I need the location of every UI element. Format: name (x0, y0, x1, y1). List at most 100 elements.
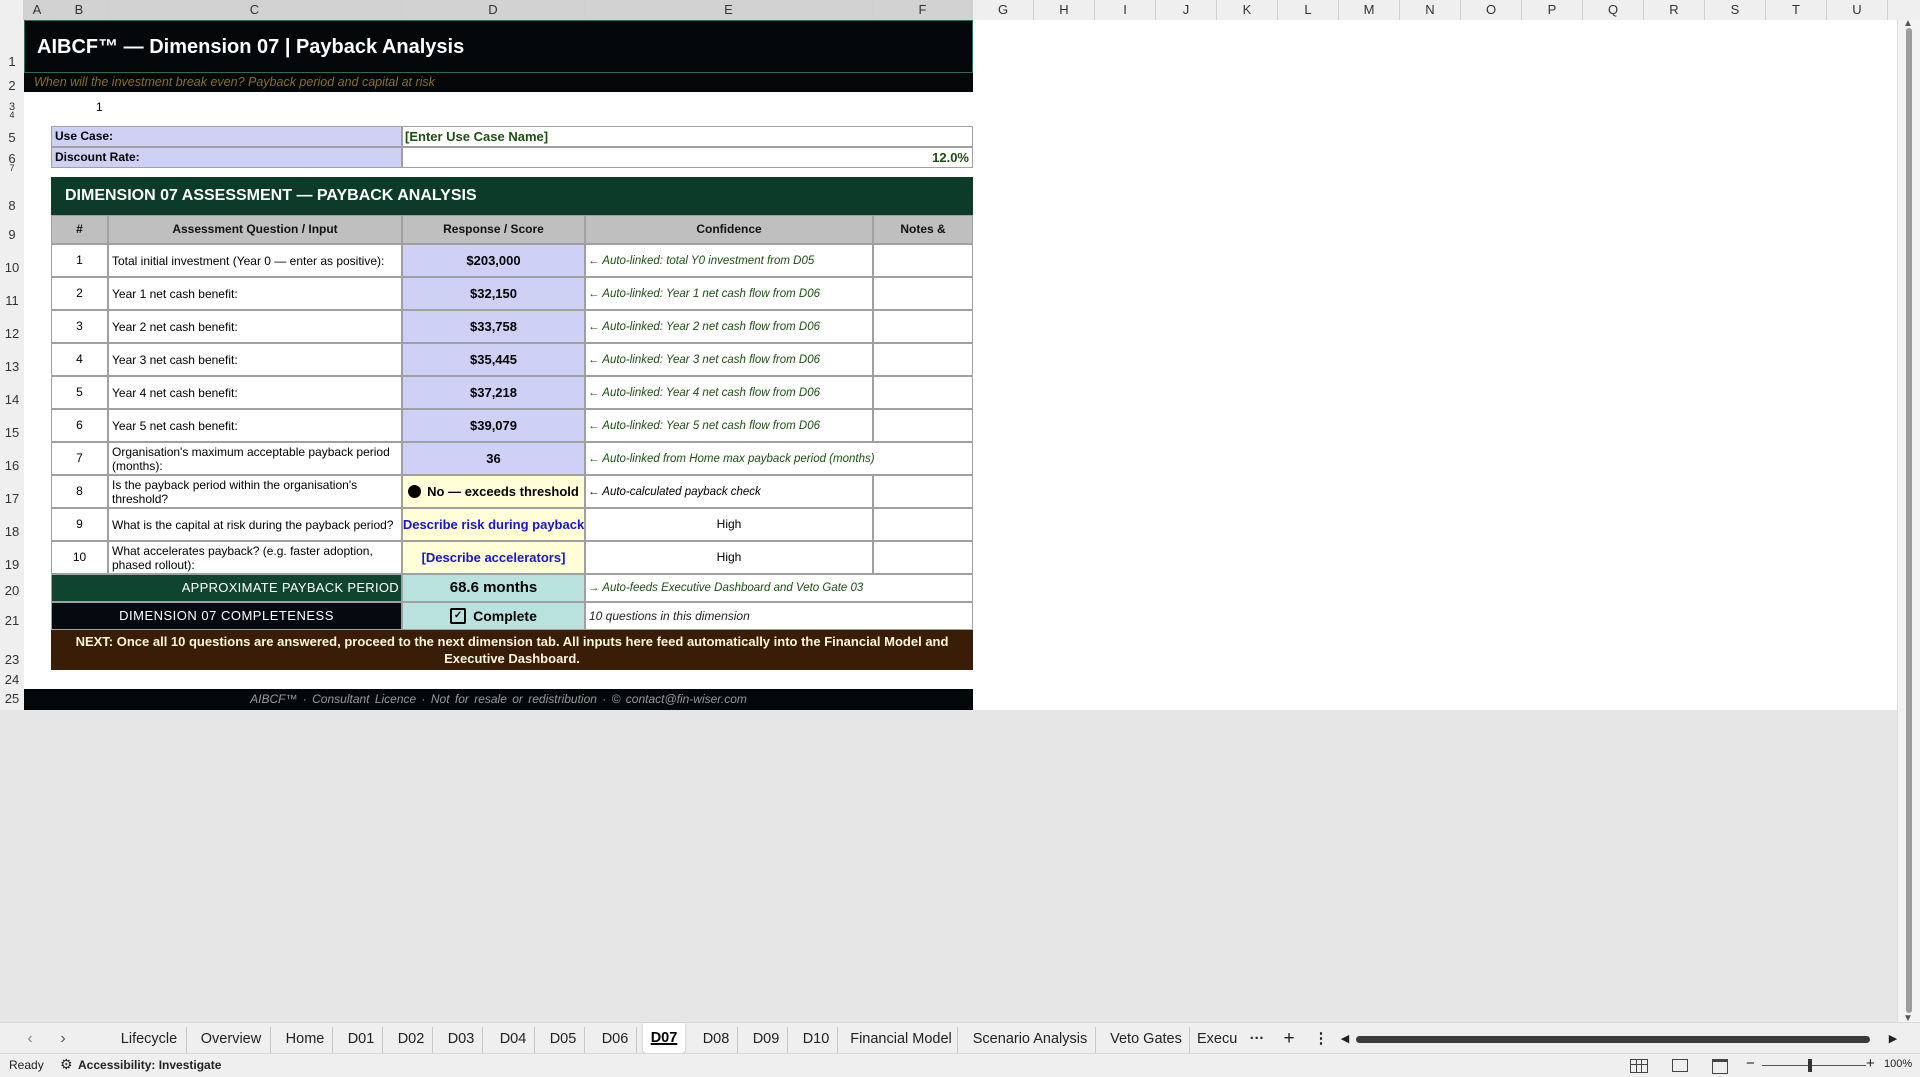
row-header[interactable]: 17 (0, 492, 24, 506)
notes-cell[interactable] (873, 310, 973, 343)
col-header-g[interactable]: G (973, 0, 1034, 20)
payback-period-note[interactable]: → Auto-feeds Executive Dashboard and Vet… (585, 574, 973, 602)
col-header-e[interactable]: E (585, 0, 873, 20)
threshold-check-cell[interactable]: No — exceeds threshold (402, 475, 585, 508)
col-header-l[interactable]: L (1278, 0, 1339, 20)
tab-home[interactable]: Home (278, 1027, 333, 1053)
response-cell[interactable]: $32,150 (402, 277, 585, 310)
tab-d06[interactable]: D06 (594, 1027, 637, 1053)
row-header[interactable]: 20 (0, 584, 24, 598)
confidence-cell[interactable]: High (585, 541, 873, 574)
col-header-r[interactable]: R (1644, 0, 1705, 20)
zoom-slider[interactable] (1762, 1065, 1866, 1066)
response-cell[interactable]: $39,079 (402, 409, 585, 442)
row-header[interactable]: 18 (0, 525, 24, 539)
row-header[interactable]: 23 (0, 653, 24, 667)
tab-veto-gates[interactable]: Veto Gates (1103, 1027, 1190, 1053)
next-instructions[interactable]: NEXT: Once all 10 questions are answered… (51, 630, 973, 670)
normal-view-icon[interactable] (1630, 1059, 1648, 1073)
row-header[interactable]: 7 (0, 164, 24, 173)
page-break-view-icon[interactable] (1712, 1059, 1728, 1074)
tab-d05[interactable]: D05 (542, 1027, 585, 1053)
row-header[interactable]: 16 (0, 459, 24, 473)
tab-lifecycle[interactable]: Lifecycle (112, 1027, 187, 1053)
confidence-cell[interactable]: ← Auto-linked: Year 1 net cash flow from… (585, 277, 873, 310)
worksheet[interactable]: AIBCF™ — Dimension 07 | Payback Analysis… (24, 20, 1898, 710)
notes-cell[interactable] (873, 475, 973, 508)
vertical-scrollbar[interactable]: ▲ ▼ (1897, 18, 1920, 1024)
confidence-cell[interactable]: ← Auto-linked from Home max payback peri… (585, 442, 973, 475)
tab-scroll-left-icon[interactable]: ‹ (22, 1027, 38, 1053)
col-header-j[interactable]: J (1156, 0, 1217, 20)
row3-value[interactable]: 1 (96, 100, 156, 116)
page-layout-view-icon[interactable] (1672, 1059, 1688, 1072)
col-header-q[interactable]: Q (1583, 0, 1644, 20)
response-cell[interactable]: $37,218 (402, 376, 585, 409)
discount-rate-input[interactable]: 12.0% (402, 147, 973, 168)
tab-d03[interactable]: D03 (440, 1027, 483, 1053)
row-header[interactable]: 13 (0, 360, 24, 374)
confidence-cell[interactable]: ← Auto-linked: Year 4 net cash flow from… (585, 376, 873, 409)
response-cell[interactable]: $203,000 (402, 244, 585, 277)
col-header-m[interactable]: M (1339, 0, 1400, 20)
confidence-cell[interactable]: ← Auto-linked: Year 3 net cash flow from… (585, 343, 873, 376)
col-header-b[interactable]: B (51, 0, 108, 20)
completeness-cell[interactable]: ✓ Complete (402, 602, 585, 630)
tab-d04[interactable]: D04 (492, 1027, 535, 1053)
confidence-cell[interactable]: ← Auto-calculated payback check (585, 475, 873, 508)
notes-cell[interactable] (873, 343, 973, 376)
col-header-u[interactable]: U (1827, 0, 1888, 20)
row-header[interactable]: 2 (0, 79, 24, 93)
use-case-input[interactable]: [Enter Use Case Name] (402, 126, 973, 147)
row-header[interactable]: 5 (0, 131, 24, 145)
row-header[interactable]: 12 (0, 327, 24, 341)
notes-cell[interactable] (873, 541, 973, 574)
confidence-cell[interactable]: ← Auto-linked: Year 5 net cash flow from… (585, 409, 873, 442)
zoom-slider-thumb[interactable] (1808, 1059, 1812, 1072)
tab-d09[interactable]: D09 (745, 1027, 788, 1053)
add-sheet-icon[interactable]: + (1280, 1027, 1298, 1053)
accessibility-status[interactable]: Accessibility: Investigate (78, 1058, 221, 1072)
col-header-f[interactable]: F (873, 0, 973, 20)
col-header-o[interactable]: O (1461, 0, 1522, 20)
row-header[interactable]: 1 (0, 55, 24, 69)
row-header[interactable]: 11 (0, 294, 24, 308)
zoom-level[interactable]: 100% (1884, 1058, 1912, 1070)
col-header-h[interactable]: H (1034, 0, 1095, 20)
select-all-corner[interactable] (0, 0, 24, 20)
row-header[interactable]: 10 (0, 261, 24, 275)
row-header[interactable]: 14 (0, 393, 24, 407)
notes-cell[interactable] (873, 409, 973, 442)
tab-d07[interactable]: D07 (643, 1023, 685, 1053)
response-cell[interactable]: $35,445 (402, 343, 585, 376)
col-header-s[interactable]: S (1705, 0, 1766, 20)
row-header[interactable]: 19 (0, 558, 24, 572)
row-header[interactable]: 9 (0, 228, 24, 242)
row-header[interactable]: 24 (0, 673, 24, 687)
payback-period-value[interactable]: 68.6 months (402, 574, 585, 602)
hscroll-left-icon[interactable]: ◀ (1338, 1027, 1352, 1053)
tab-scenario-analysis[interactable]: Scenario Analysis (965, 1027, 1096, 1053)
col-header-a[interactable]: A (24, 0, 51, 20)
row-header[interactable]: 21 (0, 614, 24, 628)
tab-d02[interactable]: D02 (390, 1027, 433, 1053)
sheet-footer[interactable]: AIBCF™ · Consultant Licence · Not for re… (24, 689, 973, 710)
response-cell[interactable]: [Describe accelerators] (402, 541, 585, 574)
tab-scroll-right-icon[interactable]: › (55, 1027, 71, 1053)
row-header[interactable]: 25 (0, 692, 24, 706)
sheet-subtitle[interactable]: When will the investment break even? Pay… (24, 73, 973, 92)
response-cell[interactable]: Describe risk during payback (402, 508, 585, 541)
notes-cell[interactable] (873, 244, 973, 277)
response-cell[interactable]: 36 (402, 442, 585, 475)
horizontal-scroll-thumb[interactable] (1356, 1036, 1870, 1043)
confidence-cell[interactable]: ← Auto-linked: total Y0 investment from … (585, 244, 873, 277)
hscroll-right-icon[interactable]: ▶ (1886, 1027, 1900, 1053)
col-header-d[interactable]: D (402, 0, 585, 20)
response-cell[interactable]: $33,758 (402, 310, 585, 343)
confidence-cell[interactable]: ← Auto-linked: Year 2 net cash flow from… (585, 310, 873, 343)
col-header-c[interactable]: C (108, 0, 402, 20)
tab-d08[interactable]: D08 (695, 1027, 738, 1053)
zoom-out-icon[interactable]: − (1746, 1055, 1755, 1072)
row-header[interactable]: 4 (0, 111, 24, 120)
col-header-p[interactable]: P (1522, 0, 1583, 20)
